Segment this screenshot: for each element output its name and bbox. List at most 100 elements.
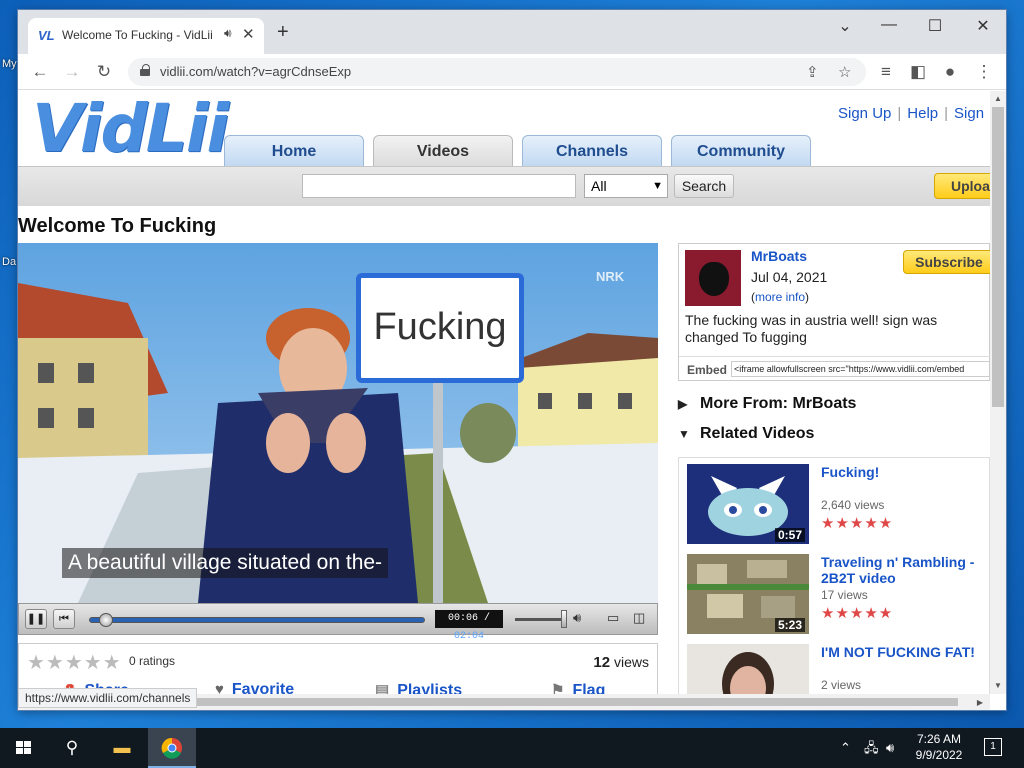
chrome-icon[interactable]	[148, 728, 196, 768]
vidlii-logo[interactable]: VidLii	[32, 93, 229, 165]
url-text[interactable]: vidlii.com/watch?v=agrCdnseExp	[160, 64, 351, 79]
sign-in-link[interactable]: Sign	[954, 105, 984, 122]
reload-icon[interactable]: ↻	[94, 62, 114, 82]
desktop-icon-label[interactable]: Da	[2, 256, 16, 268]
speaker-icon[interactable]: 🔊︎	[224, 26, 232, 41]
clock-time: 7:26 AM	[916, 732, 962, 746]
uploader-name[interactable]: MrBoats	[751, 248, 807, 264]
web-page: VidLii Sign Up | Help | Sign Home Videos Cha…	[18, 91, 990, 694]
volume-slider[interactable]	[515, 618, 565, 621]
speaker-icon[interactable]: 🔊︎	[573, 610, 581, 626]
vertical-scroll-thumb[interactable]	[992, 107, 1004, 407]
uploader-avatar[interactable]	[685, 250, 741, 306]
nav-tab-videos[interactable]: Videos	[373, 135, 513, 166]
favorite-button[interactable]: ♥ Favorite	[215, 681, 294, 694]
upload-button[interactable]: Upload	[934, 173, 990, 199]
fullscreen-icon[interactable]: ◫	[633, 610, 645, 626]
embed-row: Embed <iframe allowfullscreen src="https…	[679, 356, 990, 380]
address-bar[interactable]: vidlii.com/watch?v=agrCdnseExp ⇪ ☆	[128, 58, 866, 86]
search-icon[interactable]: ⚲	[48, 728, 96, 768]
search-input[interactable]	[302, 174, 576, 198]
tab-strip: VL Welcome To Fucking - VidLii 🔊︎ ✕ + ⌄ …	[18, 10, 1006, 54]
volume-icon[interactable]: 🔊︎	[886, 728, 894, 768]
vidlii-favicon-icon: VL	[38, 28, 55, 43]
subscribe-button[interactable]: Subscribe	[903, 250, 990, 274]
chevron-down-icon: ▼	[652, 180, 663, 192]
close-tab-icon[interactable]: ✕	[242, 25, 255, 43]
more-info-link[interactable]: more info	[755, 290, 805, 304]
theater-mode-icon[interactable]: ▭	[607, 610, 619, 626]
clock-date: 9/9/2022	[915, 748, 963, 762]
related-video-item[interactable]: I'M NOT FUCKING FAT! 2 views ☆☆☆☆☆	[687, 644, 983, 694]
tab-search-icon[interactable]: ⌄	[830, 16, 860, 36]
playlist-icon: ▤	[375, 682, 390, 694]
related-thumbnail[interactable]: 0:57	[687, 464, 809, 544]
file-explorer-icon[interactable]: ▬	[98, 728, 146, 768]
related-stars: ★★★★★	[821, 605, 894, 622]
tab-title: Welcome To Fucking - VidLii	[62, 28, 213, 42]
related-title[interactable]: Traveling n' Rambling - 2B2T video	[821, 554, 983, 586]
upload-date: Jul 04, 2021	[751, 269, 828, 285]
sign-up-link[interactable]: Sign Up	[838, 105, 891, 122]
minimize-icon[interactable]: —	[874, 16, 904, 34]
volume-knob[interactable]	[561, 610, 567, 628]
heart-icon: ♥	[215, 681, 224, 694]
new-tab-icon[interactable]: +	[277, 22, 289, 42]
pause-icon[interactable]: ❚❚	[25, 609, 47, 629]
related-video-item[interactable]: 5:23 Traveling n' Rambling - 2B2T video …	[687, 554, 983, 636]
related-views: 2 views	[821, 678, 862, 692]
nav-tab-home[interactable]: Home	[224, 135, 364, 166]
close-window-icon[interactable]: ✕	[968, 16, 998, 36]
back-icon[interactable]: ←	[30, 62, 50, 82]
share-icon[interactable]: ⇪	[806, 63, 819, 81]
chevron-up-icon[interactable]: ⌃	[840, 728, 851, 768]
view-count: 12 views	[593, 654, 649, 671]
nrk-watermark: NRK	[596, 269, 625, 284]
network-icon[interactable]: 🖧︎	[864, 728, 879, 768]
progress-bar[interactable]	[89, 617, 425, 623]
rewind-icon[interactable]: ⏮	[53, 609, 75, 629]
related-title[interactable]: Fucking!	[821, 464, 983, 480]
start-button[interactable]	[0, 728, 48, 768]
embed-code-field[interactable]: <iframe allowfullscreen src="https://www…	[731, 361, 990, 377]
related-video-item[interactable]: 0:57 Fucking! 2,640 views ★★★★★	[687, 464, 983, 546]
forward-icon[interactable]: →	[62, 62, 82, 82]
progress-scrubber[interactable]	[98, 613, 113, 627]
lock-icon[interactable]	[140, 64, 150, 76]
desktop-icon-label[interactable]: My	[2, 58, 17, 70]
help-link[interactable]: Help	[907, 105, 938, 122]
related-title[interactable]: I'M NOT FUCKING FAT!	[821, 644, 983, 660]
more-from-header[interactable]: ▶ More From: MrBoats	[678, 395, 856, 413]
browser-tab[interactable]: VL Welcome To Fucking - VidLii 🔊︎ ✕	[28, 18, 264, 54]
flag-button[interactable]: ⚑ Flag	[551, 681, 605, 694]
embed-label: Embed	[687, 363, 728, 377]
nav-tab-community[interactable]: Community	[671, 135, 811, 166]
search-category-select[interactable]: All ▼	[584, 174, 668, 198]
side-panel-icon[interactable]: ◧	[908, 62, 928, 82]
clock[interactable]: 7:26 AM 9/9/2022	[904, 731, 974, 763]
video-caption: A beautiful village situated on the-	[62, 548, 389, 578]
video-duration: 5:23	[774, 618, 805, 632]
taskbar: ⚲ ▬ ⌃ 🖧︎ 🔊︎ 7:26 AM 9/9/2022 1	[0, 728, 1024, 768]
maximize-icon[interactable]: ☐	[920, 16, 950, 36]
rating-stars[interactable]: ★★★★★	[27, 650, 122, 675]
bookmark-star-icon[interactable]: ☆	[838, 63, 851, 81]
scroll-up-icon: ▲	[994, 94, 1002, 103]
notifications-icon[interactable]: 1	[984, 738, 1002, 756]
top-links: Sign Up | Help | Sign	[838, 105, 985, 122]
related-thumbnail[interactable]: 5:23	[687, 554, 809, 634]
profile-avatar-icon[interactable]: ●	[940, 62, 960, 82]
search-button[interactable]: Search	[674, 174, 734, 198]
media-queue-icon[interactable]: ≡	[876, 62, 896, 82]
time-display: 00:06 / 02:04	[435, 610, 503, 642]
vertical-scrollbar[interactable]: ▲ ▼	[990, 91, 1006, 694]
road-sign-text: Fucking	[356, 273, 524, 383]
more-info: (more info)	[751, 290, 810, 304]
menu-kebab-icon[interactable]: ⋮	[974, 62, 994, 82]
playlists-button[interactable]: ▤ Playlists	[375, 681, 462, 694]
triangle-down-icon: ▼	[678, 427, 690, 441]
related-videos-header[interactable]: ▼ Related Videos	[678, 425, 814, 443]
video-frame[interactable]: Fucking NRK A beautiful village situated…	[18, 243, 658, 603]
related-thumbnail[interactable]	[687, 644, 809, 694]
nav-tab-channels[interactable]: Channels	[522, 135, 662, 166]
